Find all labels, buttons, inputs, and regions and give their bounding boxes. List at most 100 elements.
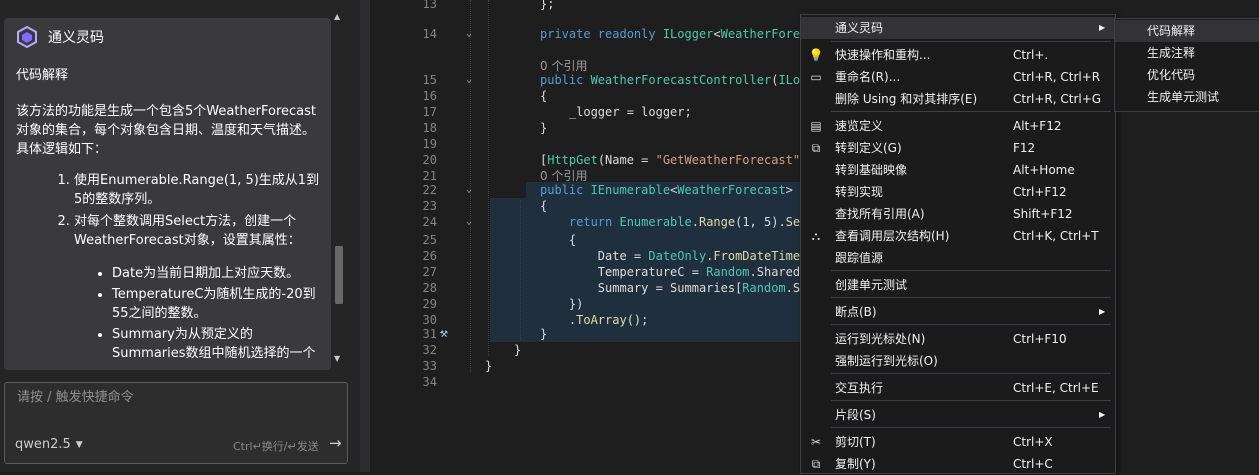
menu-item-label: 剪切(T) [835,435,876,449]
line-number: 20 [422,153,437,167]
menu-item[interactable]: ⧉ 转到定义(G) F12 [801,137,1115,159]
line-number: 13 [422,0,437,11]
menu-item[interactable]: ✂ 剪切(T) Ctrl+X [801,431,1115,453]
menu-item[interactable]: 转到基础映像 Alt+Home [801,159,1115,181]
code-text: TemperatureC = Random.Shared. [540,265,808,279]
peek-icon: ▤ [810,119,822,133]
chevron-right-icon: ▶ [1099,23,1106,32]
fold-chevron-icon[interactable]: ⌄ [466,26,472,42]
menu-item-shortcut: Ctrl+K, Ctrl+T [1013,229,1099,243]
menu-item[interactable]: ▭ 重命名(R)... Ctrl+R, Ctrl+R [801,66,1115,88]
menu-item[interactable]: ▤ 速览定义 Alt+F12 [801,115,1115,137]
list-item: TemperatureC为随机生成的-20到55之间的整数。 [112,285,321,323]
code-text: } [540,121,548,135]
line-number: 31 [422,327,437,341]
menu-item-shortcut: Ctrl+R, Ctrl+R [1013,70,1101,84]
menu-separator [831,324,1111,325]
line-number: 25 [422,233,437,247]
line-number: 19 [422,137,437,151]
line-number: 22 [422,183,437,197]
menu-item-shortcut: Ctrl+F10 [1013,332,1067,346]
menu-item-label: 片段(S) [835,408,876,422]
menu-separator [831,400,1111,401]
line-number: 29 [422,297,437,311]
send-icon[interactable]: → [329,434,342,452]
code-text: return Enumerable.Range(1, 5).Sel [540,215,808,229]
submenu-item[interactable]: 生成单元测试 [1115,86,1259,108]
submenu-item-label: 代码解释 [1147,24,1196,38]
menu-item[interactable]: 💡 快速操作和重构... Ctrl+. [801,44,1115,66]
indent-guide [488,0,489,356]
menu-item-label: 查看调用层次结构(H) [835,229,950,243]
menu-item-label: 删除 Using 和对其排序(E) [835,92,978,106]
scroll-down-icon[interactable]: ▼ [334,354,340,363]
context-menu: 通义灵码 ▶ 💡 快速操作和重构... Ctrl+. ▭ 重命名(R)... Ctrl+R, … [800,14,1116,474]
submenu-item[interactable]: 优化代码 [1115,64,1259,86]
menu-item-label: 强制运行到光标(O) [835,354,938,368]
menu-item-label: 断点(B) [835,305,877,319]
scroll-up-icon[interactable]: ▲ [334,12,340,21]
fold-chevron-icon[interactable]: ⌄ [466,72,472,88]
menu-item[interactable]: 强制运行到光标(O) [801,350,1115,372]
line-number: 24 [422,215,437,229]
menu-item-shortcut: Shift+F12 [1013,207,1073,221]
menu-item-label: 创建单元测试 [835,278,908,292]
chevron-down-icon: ▼ [75,439,83,450]
fold-chevron-icon[interactable]: ⌄ [466,214,472,230]
line-number: 34 [422,375,437,389]
code-text: private readonly ILogger<WeatherForecast [540,27,830,41]
submenu-item[interactable]: 生成注释 [1115,42,1259,64]
menu-item[interactable]: ⛬ 查看调用层次结构(H) Ctrl+K, Ctrl+T [801,225,1115,247]
code-text: Date = DateOnly.FromDateTime( [540,249,808,263]
menu-item[interactable]: 创建单元测试 [801,274,1115,296]
quick-actions-icon[interactable]: ⚒ [440,326,448,341]
tongyi-submenu: 代码解释生成注释 优化代码生成单元测试 [1114,18,1259,112]
menu-separator [831,111,1111,112]
chevron-right-icon: ▶ [1099,410,1106,419]
menu-item-label: 重命名(R)... [835,70,901,84]
menu-item[interactable]: 跟踪值源 [801,247,1115,269]
line-number: 14 [422,27,437,41]
steps-list: 使用Enumerable.Range(1, 5)生成从1到5的整数序列。 对每个… [16,171,321,363]
menu-separator [831,41,1111,42]
model-select[interactable]: qwen2.5 ▼ [15,437,83,452]
submenu-item-label: 生成单元测试 [1147,90,1220,104]
menu-item-label: 快速操作和重构... [835,48,931,62]
rename-icon: ▭ [810,70,822,84]
line-number: 27 [422,265,437,279]
menu-separator [831,297,1111,298]
menu-item[interactable]: 断点(B) ▶ [801,301,1115,323]
menu-item-label: 交互执行 [835,381,884,395]
list-item: Summary为从预定义的Summaries数组中随机选择的一个 [112,325,321,363]
submenu-item[interactable]: 代码解释 [1115,20,1259,42]
menu-item[interactable]: 片段(S) ▶ [801,404,1115,426]
menu-item-label: 运行到光标处(N) [835,332,926,346]
menu-item-label: 查找所有引用(A) [835,207,925,221]
menu-item[interactable]: 删除 Using 和对其排序(E) Ctrl+R, Ctrl+G [801,88,1115,110]
scroll-thumb[interactable] [335,246,343,304]
chat-scrollbar[interactable]: ▲ ▼ [333,4,347,368]
chat-header: 通义灵码 [16,26,104,48]
menu-item[interactable]: 转到实现 Ctrl+F12 [801,181,1115,203]
line-number: 17 [422,105,437,119]
list-item: 对每个整数调用Select方法，创建一个WeatherForecast对象，设置… [74,212,321,363]
message-title: 代码解释 [16,68,69,83]
line-number: 28 [422,281,437,295]
menu-separator [831,427,1111,428]
menu-item[interactable]: 运行到光标处(N) Ctrl+F10 [801,328,1115,350]
menu-item-label: 通义灵码 [835,21,884,35]
line-number: 32 [422,343,437,357]
menu-item-label: 转到基础映像 [835,163,908,177]
menu-item[interactable]: 通义灵码 ▶ [801,17,1115,39]
chat-message-card: 通义灵码 代码解释 该方法的功能是生成一个包含5个WeatherForecast… [4,18,331,370]
panel-divider[interactable] [360,0,370,472]
chat-input[interactable] [15,389,339,406]
menu-item[interactable]: 交互执行 Ctrl+E, Ctrl+E [801,377,1115,399]
menu-item[interactable]: 查找所有引用(A) Shift+F12 [801,203,1115,225]
menu-item-label: 跟踪值源 [835,251,884,265]
code-text: } [485,359,493,373]
line-number: 26 [422,249,437,263]
fold-chevron-icon[interactable]: ⌄ [466,182,472,198]
code-text: }; [540,0,555,11]
menu-item-shortcut: Alt+Home [1013,163,1075,177]
